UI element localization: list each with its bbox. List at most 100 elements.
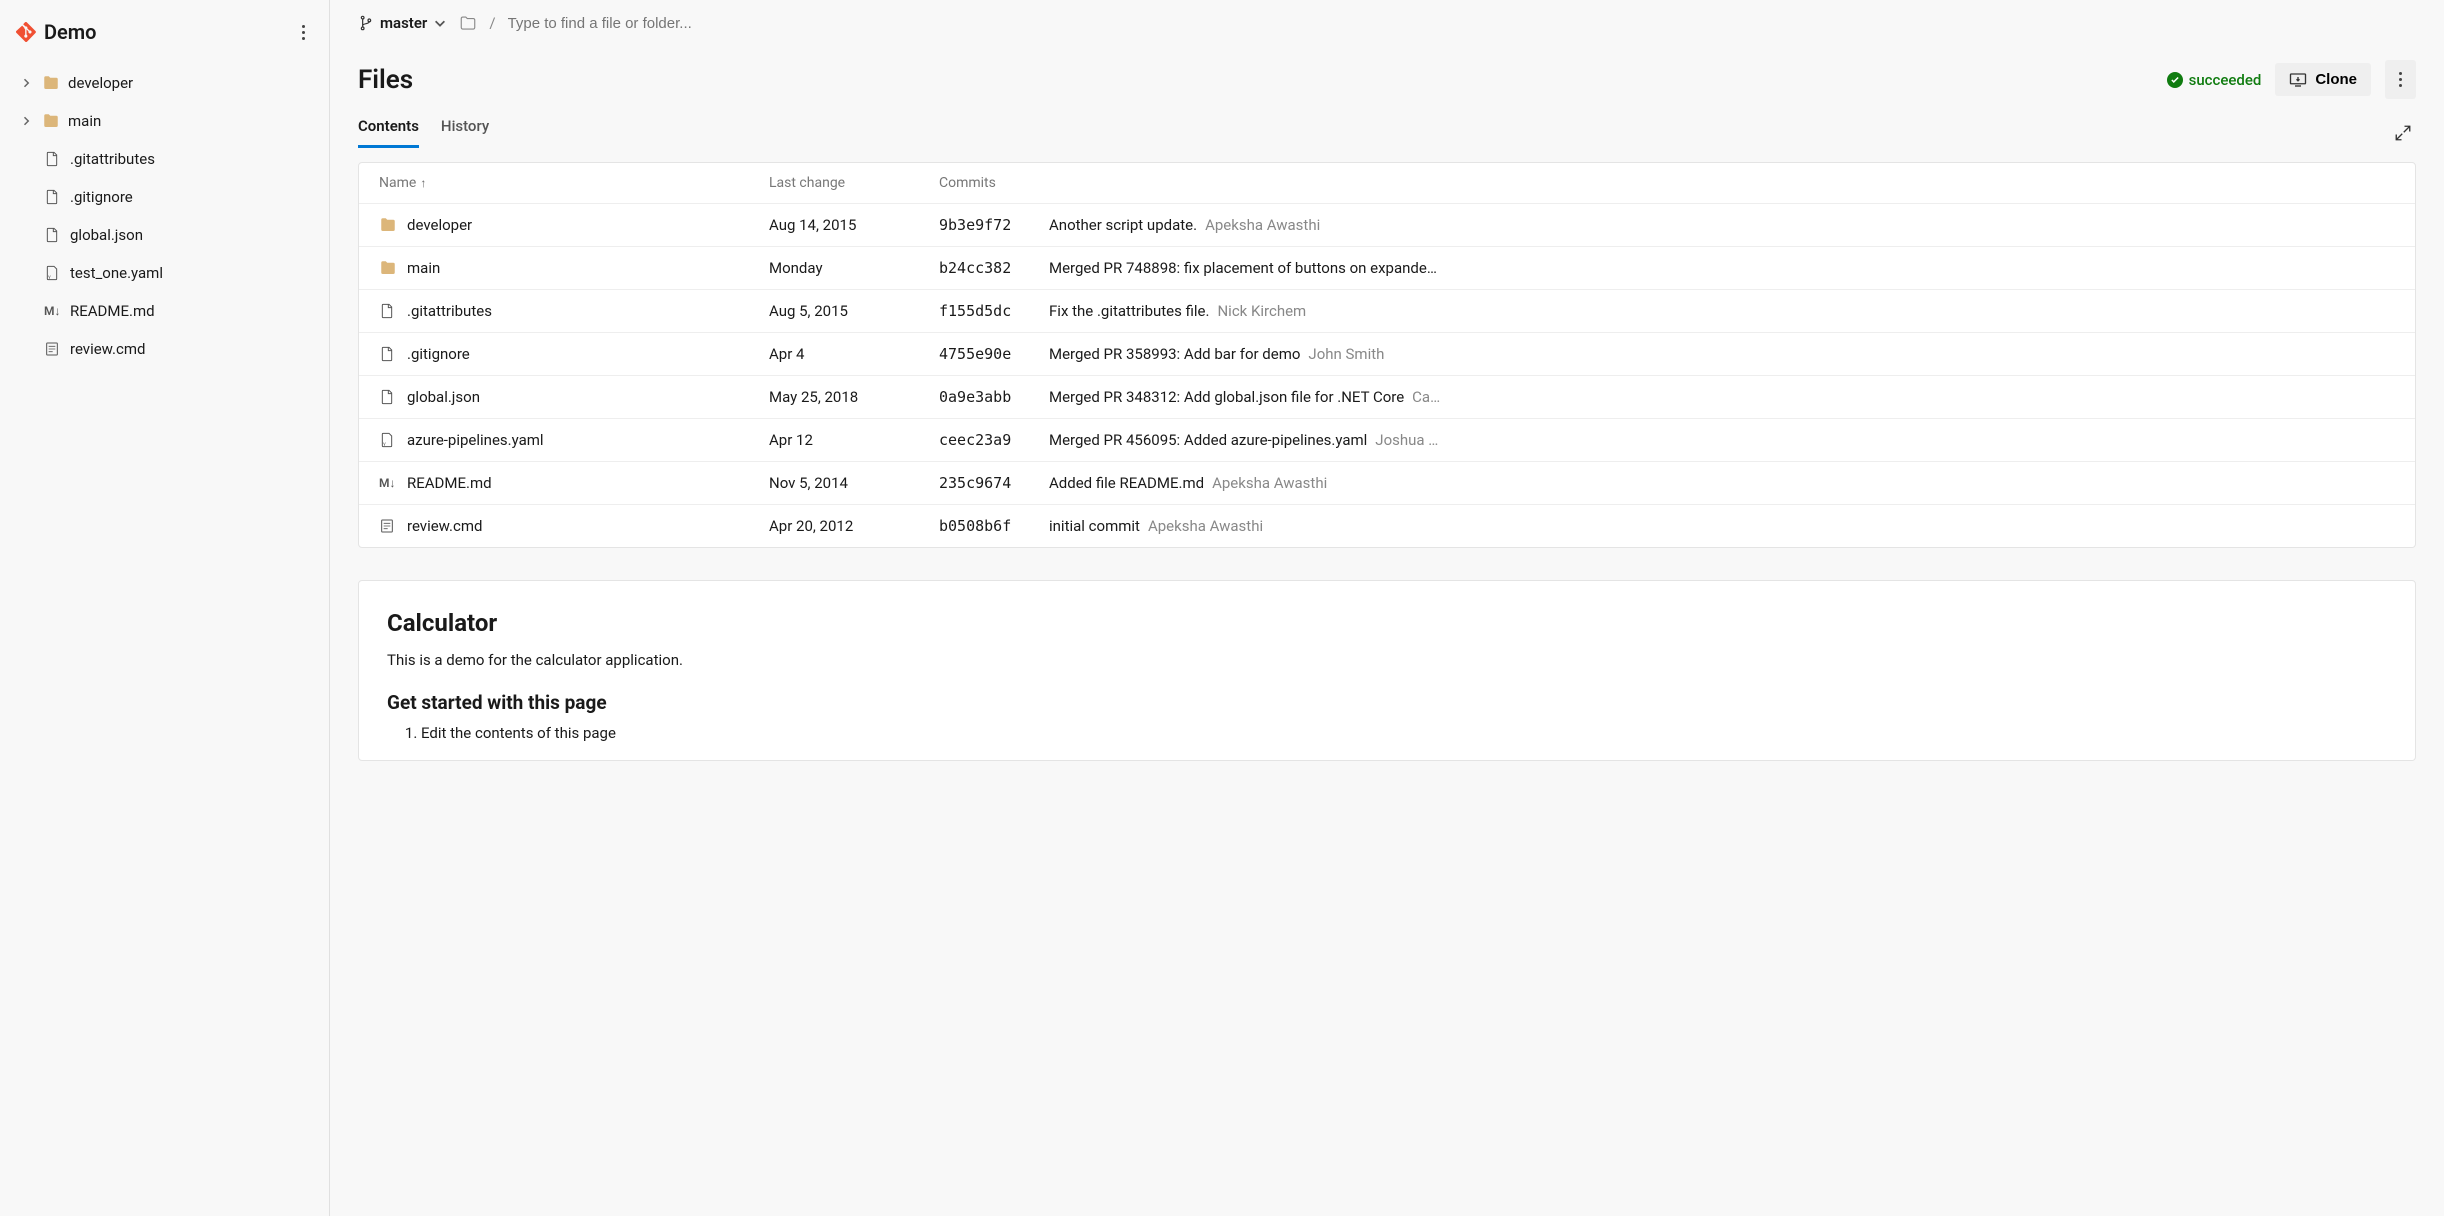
commit-hash[interactable]: ceec23a9	[939, 431, 1049, 449]
file-name: review.cmd	[407, 517, 482, 535]
repo-name: Demo	[44, 20, 96, 44]
build-status[interactable]: succeeded	[2167, 71, 2262, 89]
chevron-down-icon	[433, 16, 447, 30]
commit-hash[interactable]: 9b3e9f72	[939, 216, 1049, 234]
last-change: Apr 20, 2012	[769, 517, 939, 535]
folder-icon	[42, 74, 60, 92]
branch-name: master	[380, 14, 427, 32]
file-name: main	[407, 259, 440, 277]
commit-message: Fix the .gitattributes file.	[1049, 302, 1209, 320]
file-icon	[379, 388, 397, 406]
md-icon: M↓	[379, 474, 397, 492]
file-name: .gitattributes	[407, 302, 492, 320]
tree-item-globaljson[interactable]: global.json	[8, 216, 321, 254]
commit-author: Nick Kirchem	[1217, 302, 1306, 320]
table-row[interactable]: Yazure-pipelines.yamlApr 12ceec23a9Merge…	[359, 419, 2415, 462]
file-icon	[379, 302, 397, 320]
readme-title: Calculator	[387, 609, 2387, 637]
main-content: master / Files succeeded Clone	[330, 0, 2444, 1216]
tree-item-label: .gitattributes	[70, 150, 155, 168]
last-change: Aug 14, 2015	[769, 216, 939, 234]
breadcrumb-separator: /	[489, 14, 495, 32]
commit-hash[interactable]: 0a9e3abb	[939, 388, 1049, 406]
tree-item-developer[interactable]: developer	[8, 64, 321, 102]
tree-item-label: README.md	[70, 302, 155, 320]
branch-icon	[358, 15, 374, 31]
commit-hash[interactable]: b0508b6f	[939, 517, 1049, 535]
folder-icon	[379, 259, 397, 277]
file-tree: developer main .gitattributes .gitignore	[0, 60, 329, 372]
repo-title[interactable]: Demo	[16, 20, 96, 44]
fullscreen-icon[interactable]	[2390, 120, 2416, 146]
tab-history[interactable]: History	[441, 117, 489, 148]
last-change: Aug 5, 2015	[769, 302, 939, 320]
commit-hash[interactable]: 235c9674	[939, 474, 1049, 492]
cmd-icon	[379, 517, 397, 535]
table-row[interactable]: .gitignoreApr 44755e90eMerged PR 358993:…	[359, 333, 2415, 376]
svg-text:Y: Y	[48, 275, 51, 281]
last-change: May 25, 2018	[769, 388, 939, 406]
yaml-icon: Y	[379, 431, 397, 449]
col-header-lastchange[interactable]: Last change	[769, 175, 939, 191]
tree-item-testone[interactable]: Y test_one.yaml	[8, 254, 321, 292]
commit-author: Apeksha Awasthi	[1212, 474, 1327, 492]
chevron-right-icon	[20, 77, 34, 89]
more-actions-button[interactable]	[2385, 60, 2416, 99]
tab-contents[interactable]: Contents	[358, 117, 419, 148]
yaml-file-icon: Y	[44, 264, 62, 282]
table-row[interactable]: global.json May 25, 20180a9e3abbMerged PR…	[359, 376, 2415, 419]
tree-item-main[interactable]: main	[8, 102, 321, 140]
more-vertical-icon	[2395, 68, 2406, 91]
file-icon	[379, 345, 397, 363]
folder-icon	[42, 112, 60, 130]
commit-hash[interactable]: b24cc382	[939, 259, 1049, 277]
tree-item-gitignore[interactable]: .gitignore	[8, 178, 321, 216]
col-header-commits[interactable]: Commits	[939, 175, 1049, 191]
clone-icon	[2289, 72, 2307, 88]
commit-message: Merged PR 358993: Add bar for demo	[1049, 345, 1300, 363]
clone-button[interactable]: Clone	[2275, 63, 2371, 96]
col-header-name[interactable]: Name↑	[379, 175, 769, 191]
tree-item-label: review.cmd	[70, 340, 145, 358]
branch-selector[interactable]: master	[358, 14, 447, 32]
clone-label: Clone	[2315, 71, 2357, 88]
files-table: Name↑ Last change Commits developerAug 1…	[358, 162, 2416, 548]
readme-step: Edit the contents of this page	[421, 724, 2387, 742]
table-row[interactable]: M↓README.mdNov 5, 2014235c9674Added file…	[359, 462, 2415, 505]
folder-icon	[379, 216, 397, 234]
commit-author: John Smith	[1308, 345, 1384, 363]
sort-ascending-icon: ↑	[420, 176, 426, 190]
tree-item-gitattributes[interactable]: .gitattributes	[8, 140, 321, 178]
cmd-file-icon	[44, 340, 62, 358]
markdown-file-icon: M↓	[44, 302, 62, 320]
readme-intro: This is a demo for the calculator applic…	[387, 651, 2387, 669]
status-label: succeeded	[2189, 71, 2262, 89]
file-name: global.json	[407, 388, 480, 406]
file-name: README.md	[407, 474, 492, 492]
sidebar-more-icon[interactable]	[298, 21, 309, 44]
tree-item-reviewcmd[interactable]: review.cmd	[8, 330, 321, 368]
last-change: Monday	[769, 259, 939, 277]
git-icon	[16, 22, 36, 42]
commit-hash[interactable]: f155d5dc	[939, 302, 1049, 320]
last-change: Apr 4	[769, 345, 939, 363]
commit-author: Apeksha Awasthi	[1148, 517, 1263, 535]
table-row[interactable]: review.cmdApr 20, 2012b0508b6finitial co…	[359, 505, 2415, 547]
commit-message: Merged PR 348312: Add global.json file f…	[1049, 388, 1404, 406]
commit-hash[interactable]: 4755e90e	[939, 345, 1049, 363]
path-search-input[interactable]	[508, 15, 808, 32]
table-row[interactable]: developerAug 14, 20159b3e9f72Another scr…	[359, 204, 2415, 247]
table-row[interactable]: .gitattributes Aug 5, 2015f155d5dcFix the…	[359, 290, 2415, 333]
last-change: Nov 5, 2014	[769, 474, 939, 492]
file-icon	[44, 226, 62, 244]
file-name: azure-pipelines.yaml	[407, 431, 544, 449]
tab-list: Contents History	[358, 117, 489, 148]
tree-item-readme[interactable]: M↓ README.md	[8, 292, 321, 330]
file-icon	[44, 188, 62, 206]
folder-outline-icon[interactable]	[459, 14, 477, 32]
last-change: Apr 12	[769, 431, 939, 449]
commit-message: Merged PR 748898: fix placement of butto…	[1049, 259, 1437, 277]
tree-item-label: main	[68, 112, 101, 130]
table-row[interactable]: main Mondayb24cc382Merged PR 748898: fix …	[359, 247, 2415, 290]
table-header: Name↑ Last change Commits	[359, 163, 2415, 204]
